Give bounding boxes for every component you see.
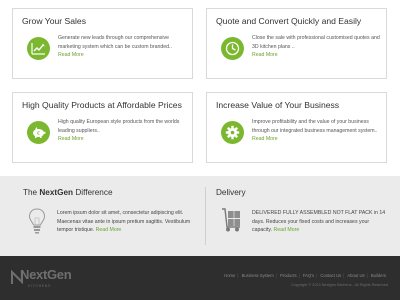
card-description: Improve profitability and the value of y…	[252, 118, 384, 144]
footer-link-products[interactable]: Products	[280, 273, 297, 278]
feature-card-quality-products: High Quality Products at Affordable Pric…	[12, 92, 193, 163]
footer: NextGen KITCHENS Home | Business System | …	[0, 256, 400, 300]
clock-icon	[221, 37, 244, 60]
read-more-link[interactable]: Read More	[274, 227, 300, 233]
card-title: Grow Your Sales	[22, 16, 87, 26]
svg-text:€: €	[37, 131, 40, 137]
chart-icon	[27, 37, 50, 60]
card-title: Quote and Convert Quickly and Easily	[216, 16, 362, 26]
feature-card-grow-sales: Grow Your Sales Generate new leads throu…	[12, 8, 193, 79]
card-text: High quality European style products fro…	[58, 119, 180, 134]
section-divider	[205, 187, 206, 245]
card-description: High quality European style products fro…	[58, 118, 190, 144]
card-title: Increase Value of Your Business	[216, 100, 340, 110]
logo-subtitle: KITCHENS	[28, 284, 51, 288]
difference-text: Lorem ipsum dolor sit amet, consectetur …	[57, 210, 191, 233]
piggy-bank-icon: €	[27, 121, 50, 144]
copyright: Copyright © 2013 Nextgen Kitchens - All …	[291, 283, 388, 287]
read-more-link[interactable]: Read More	[58, 52, 84, 58]
info-section: The NextGen Difference Lorem ipsum dolor…	[0, 176, 400, 256]
footer-link-builders[interactable]: Builders	[371, 273, 386, 278]
lightbulb-icon	[28, 208, 46, 239]
card-text: Close the sale with professional customi…	[252, 35, 380, 50]
brand-name: NextGen	[39, 188, 74, 197]
card-description: Close the sale with professional customi…	[252, 34, 384, 60]
footer-link-faqs[interactable]: FAQ's	[303, 273, 314, 278]
card-description: Generate new leads through our comprehen…	[58, 34, 190, 60]
difference-title: The NextGen Difference	[23, 188, 113, 197]
delivery-text: DELIVERED FULLY ASSEMBLED NOT FLAT PACK …	[252, 210, 386, 233]
logo[interactable]: NextGen	[20, 267, 72, 282]
card-text: Improve profitability and the value of y…	[252, 119, 378, 134]
read-more-link[interactable]: Read More	[96, 227, 122, 233]
read-more-link[interactable]: Read More	[252, 52, 278, 58]
read-more-link[interactable]: Read More	[252, 136, 278, 142]
card-title: High Quality Products at Affordable Pric…	[22, 100, 182, 110]
gear-icon	[221, 121, 244, 144]
footer-link-business-system[interactable]: Business System	[242, 273, 274, 278]
footer-nav: Home | Business System | Products | FAQ's | …	[224, 273, 386, 278]
feature-card-increase-value: Increase Value of Your Business Improve …	[206, 92, 387, 163]
footer-link-about-us[interactable]: About Us	[347, 273, 364, 278]
hand-truck-icon	[220, 208, 242, 237]
read-more-link[interactable]: Read More	[58, 136, 84, 142]
footer-link-contact-us[interactable]: Contact Us	[320, 273, 341, 278]
footer-link-home[interactable]: Home	[224, 273, 235, 278]
delivery-title: Delivery	[216, 188, 246, 197]
card-text: Generate new leads through our comprehen…	[58, 35, 172, 50]
feature-card-quote-convert: Quote and Convert Quickly and Easily Clo…	[206, 8, 387, 79]
